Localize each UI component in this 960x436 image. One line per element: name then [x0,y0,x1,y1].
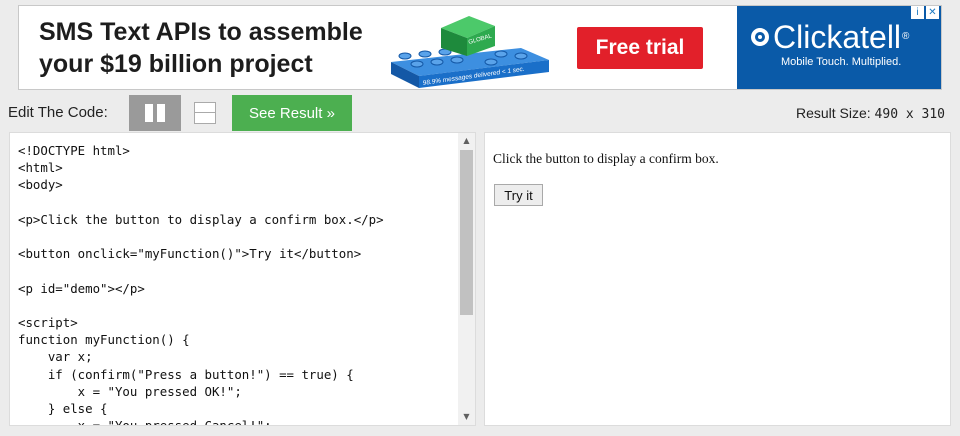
lego-bricks-image: GLOBAL 98.9% messages delivered < 1 sec. [391,16,549,88]
code-editor[interactable]: <!DOCTYPE html> <html> <body> <p>Click t… [9,132,476,426]
scroll-down-arrow-icon[interactable]: ▼ [458,409,475,425]
code-scrollbar[interactable]: ▲ ▼ [458,133,475,425]
ad-headline[interactable]: SMS Text APIs to assemble your $19 billi… [39,16,363,80]
ad-headline-line2: your $19 billion project [39,50,313,78]
scroll-up-arrow-icon[interactable]: ▲ [458,133,475,149]
ad-banner[interactable]: SMS Text APIs to assemble your $19 billi… [18,5,942,90]
free-trial-button[interactable]: Free trial [577,27,703,69]
adchoices[interactable]: i ✕ [911,6,939,19]
adchoices-info-icon[interactable]: i [911,6,924,19]
result-paragraph: Click the button to display a confirm bo… [493,151,719,166]
ad-close-icon[interactable]: ✕ [926,6,939,19]
result-iframe: Click the button to display a confirm bo… [484,132,951,426]
ad-headline-line1: SMS Text APIs to assemble [39,18,363,46]
registered-mark: ® [902,31,910,42]
edit-code-label: Edit The Code: [8,104,108,121]
brand-tagline: Mobile Touch. Multiplied. [781,56,902,68]
scroll-thumb[interactable] [460,150,473,315]
brand-logo: Clickatell ® [751,20,909,54]
clickatell-ring-icon [751,28,769,46]
columns-layout-icon [145,104,165,122]
result-size: Result Size: 490 x 310 [796,105,945,122]
result-size-label: Result Size: [795,105,871,121]
brand-name: Clickatell [773,19,902,55]
vertical-layout-button[interactable] [194,102,216,124]
result-size-value: 490 x 310 [874,107,945,122]
see-result-button[interactable]: See Result » [232,95,352,131]
horizontal-layout-button[interactable] [129,95,181,131]
editor-toolbar: Edit The Code: See Result » Result Size:… [0,95,960,131]
clickatell-logo-panel[interactable]: Clickatell ® Mobile Touch. Multiplied. i… [737,6,941,89]
code-textarea[interactable]: <!DOCTYPE html> <html> <body> <p>Click t… [18,142,384,425]
try-it-button[interactable]: Try it [494,184,543,206]
